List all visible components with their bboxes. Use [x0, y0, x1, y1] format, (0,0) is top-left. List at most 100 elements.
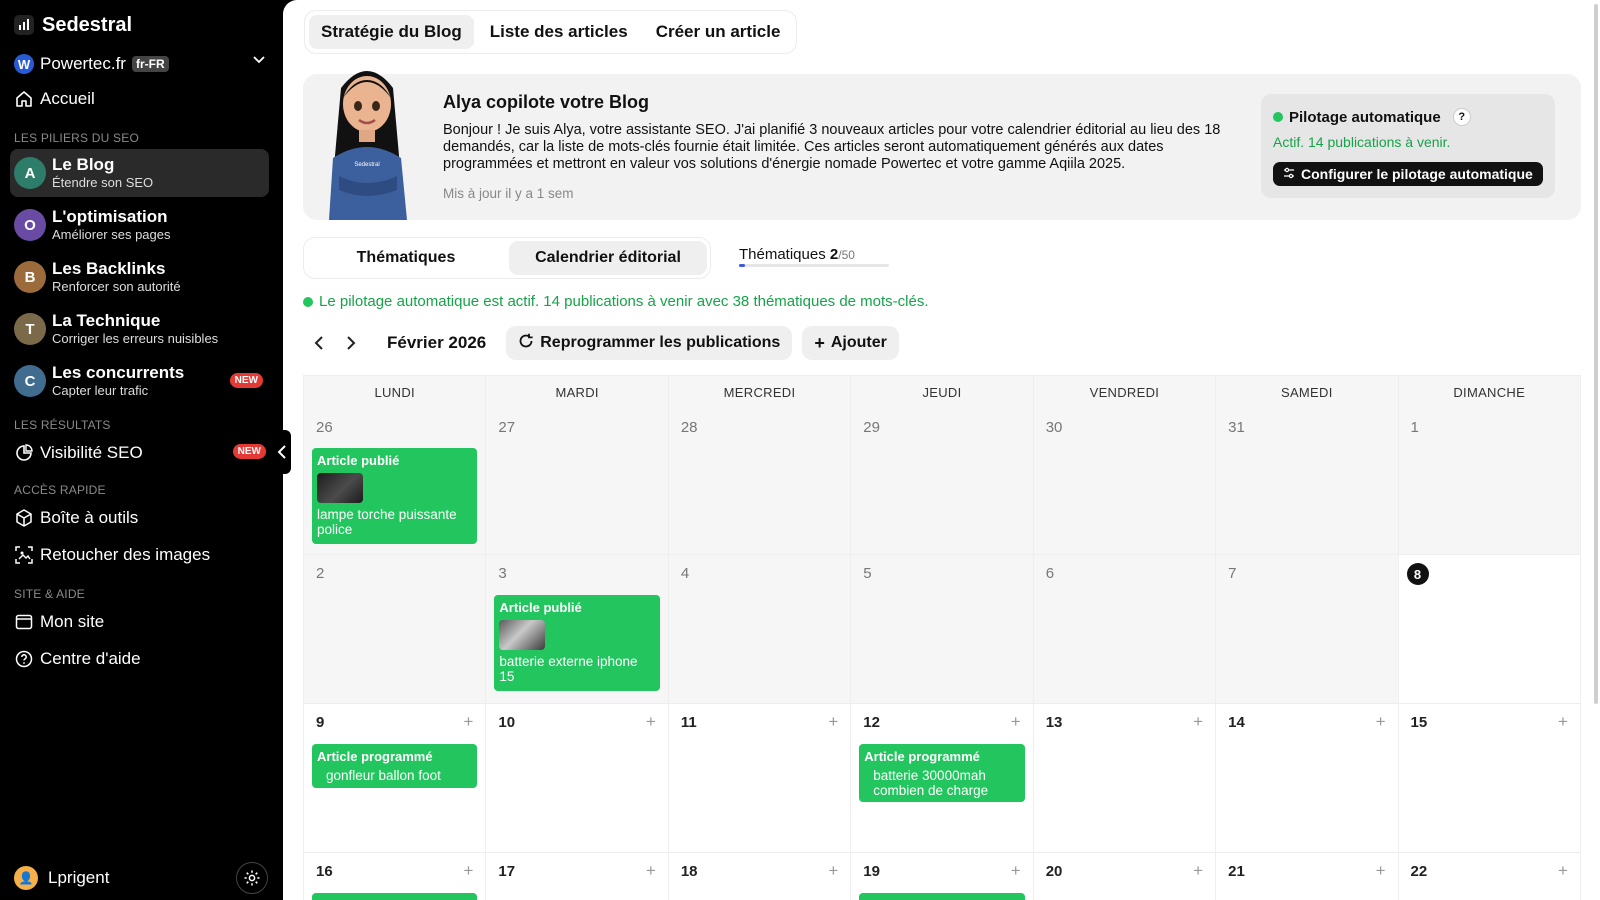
add-day-plus-icon[interactable]: + [1193, 861, 1203, 881]
tab-strategie[interactable]: Stratégie du Blog [309, 15, 474, 49]
calendar-header: LUNDI MARDI MERCREDI JEUDI VENDREDI SAME… [304, 376, 1581, 409]
calendar-day[interactable]: 22 + [1398, 853, 1581, 900]
event-status: Article programmé [317, 749, 433, 764]
sidebar-item-blog[interactable]: A Le Blog Étendre son SEO [10, 149, 269, 197]
help-question-icon[interactable]: ? [1452, 108, 1471, 126]
add-day-plus-icon[interactable]: + [646, 861, 656, 881]
event-title: gonfleur ballon foot [326, 768, 441, 783]
nav-home[interactable]: Accueil [14, 89, 95, 109]
nav-help[interactable]: Centre d'aide [14, 649, 141, 669]
tab-calendrier[interactable]: Calendrier éditorial [509, 241, 707, 275]
calendar-day[interactable]: 4 [668, 555, 852, 703]
nav-visibility[interactable]: Visibilité SEO NEW [14, 443, 266, 463]
article-thumbnail [317, 473, 363, 503]
weekday-label: VENDREDI [1034, 376, 1217, 409]
event-card[interactable]: Article programmé gonfleur ballon foot [312, 744, 478, 788]
brand-name: Sedestral [42, 13, 133, 36]
user-menu[interactable]: 👤 Lprigent [14, 866, 109, 890]
event-card[interactable]: Article programmé batterie 30000mah comb… [859, 744, 1025, 802]
new-badge: NEW [232, 444, 266, 459]
add-label: Ajouter [830, 334, 887, 351]
sidebar-item-subtitle: Capter leur trafic [52, 383, 149, 398]
add-day-plus-icon[interactable]: + [1558, 712, 1568, 732]
tab-creer-article[interactable]: Créer un article [644, 15, 793, 49]
brand[interactable]: Sedestral [14, 12, 132, 38]
nav-toolbox-label: Boîte à outils [40, 508, 139, 527]
calendar-day[interactable]: 3 Article publié batterie externe iphone… [486, 555, 669, 703]
calendar-day[interactable]: 31 [1216, 409, 1399, 554]
tab-liste-articles[interactable]: Liste des articles [478, 15, 640, 49]
add-day-plus-icon[interactable]: + [828, 861, 838, 881]
calendar-day[interactable]: 29 [851, 409, 1034, 554]
add-day-plus-icon[interactable]: + [1376, 712, 1386, 732]
add-day-plus-icon[interactable]: + [1558, 861, 1568, 881]
copilot-hero: Sedestral Alya copilote votre Blog Bonjo… [303, 71, 1581, 220]
calendar-day[interactable]: 26 Article publié lampe torche puissante… [304, 409, 487, 554]
event-card[interactable]: Article publié batterie externe iphone 1… [494, 595, 660, 691]
user-name: Lprigent [48, 868, 110, 887]
nav-mysite[interactable]: Mon site [14, 612, 104, 632]
sidebar-item-optimisation[interactable]: O L'optimisation Améliorer ses pages [10, 201, 269, 249]
add-day-plus-icon[interactable]: + [1011, 712, 1021, 732]
calendar-day[interactable]: 6 [1033, 555, 1217, 703]
add-day-plus-icon[interactable]: + [828, 712, 838, 732]
sidebar-item-backlinks[interactable]: B Les Backlinks Renforcer son autorité [10, 253, 269, 301]
gear-icon[interactable] [236, 862, 268, 894]
collapse-sidebar-button[interactable] [273, 430, 291, 474]
chevron-down-icon[interactable] [252, 52, 266, 69]
add-day-plus-icon[interactable]: + [1011, 861, 1021, 881]
calendar-day[interactable]: 12 + Article programmé batterie 30000mah… [851, 704, 1034, 852]
calendar-day[interactable]: 7 [1216, 555, 1399, 703]
tab-thematiques[interactable]: Thématiques [307, 241, 505, 275]
nav-retouch[interactable]: Retoucher des images [14, 545, 210, 565]
top-tabs: Stratégie du Blog Liste des articles Cré… [304, 10, 798, 54]
calendar-day[interactable]: 17 + [486, 853, 669, 900]
calendar-day[interactable]: 19 + [851, 853, 1034, 900]
calendar-day[interactable]: 30 [1033, 409, 1217, 554]
themes-counter[interactable]: Thématiques 2/50 [739, 246, 855, 263]
chevron-left-icon[interactable] [303, 327, 335, 359]
add-day-plus-icon[interactable]: + [646, 712, 656, 732]
calendar-day-today[interactable]: 8 [1398, 555, 1581, 703]
optimisation-avatar: O [14, 209, 46, 241]
day-number: 22 [1410, 863, 1428, 880]
calendar-day[interactable]: 21 + [1216, 853, 1399, 900]
calendar-day[interactable]: 1 [1398, 409, 1581, 554]
calendar-day[interactable]: 27 [486, 409, 669, 554]
add-day-plus-icon[interactable]: + [463, 861, 473, 881]
calendar-day[interactable]: 14 + [1216, 704, 1399, 852]
scrollbar-thumb[interactable] [1594, 4, 1598, 704]
event-card[interactable] [312, 893, 478, 900]
add-day-plus-icon[interactable]: + [1376, 861, 1386, 881]
chevron-right-icon[interactable] [335, 327, 367, 359]
calendar-day[interactable]: 5 [851, 555, 1034, 703]
calendar-day[interactable]: 15 + [1398, 704, 1581, 852]
scrollbar[interactable] [1592, 0, 1600, 900]
hero-message: Bonjour ! Je suis Alya, votre assistante… [443, 122, 1221, 172]
nav-help-label: Centre d'aide [40, 649, 141, 668]
add-button[interactable]: + Ajouter [802, 326, 899, 360]
themes-total: /50 [838, 248, 855, 262]
event-status: Article programmé [864, 749, 980, 764]
sidebar-item-concurrents[interactable]: C Les concurrents Capter leur trafic NEW [10, 357, 269, 405]
calendar-day[interactable]: 28 [668, 409, 852, 554]
event-card[interactable]: Article publié lampe torche puissante po… [312, 448, 478, 544]
nav-toolbox[interactable]: Boîte à outils [14, 508, 138, 528]
site-selector[interactable]: W Powertec.fr fr-FR [14, 52, 266, 76]
configure-autopilot-button[interactable]: Configurer le pilotage automatique [1273, 162, 1543, 186]
add-day-plus-icon[interactable]: + [463, 712, 473, 732]
sidebar-item-technique[interactable]: T La Technique Corriger les erreurs nuis… [10, 305, 269, 353]
calendar-day[interactable]: 11 + [668, 704, 852, 852]
calendar-day[interactable]: 20 + [1033, 853, 1217, 900]
calendar-day[interactable]: 13 + [1033, 704, 1217, 852]
calendar-day[interactable]: 2 [304, 555, 487, 703]
day-number: 17 [498, 863, 516, 880]
calendar-day[interactable]: 16 + [304, 853, 487, 900]
add-day-plus-icon[interactable]: + [1193, 712, 1203, 732]
sidebar-item-subtitle: Améliorer ses pages [52, 227, 171, 242]
event-card[interactable] [859, 893, 1025, 900]
calendar-day[interactable]: 9 + Article programmé gonfleur ballon fo… [304, 704, 487, 852]
reschedule-button[interactable]: Reprogrammer les publications [506, 326, 793, 360]
calendar-day[interactable]: 10 + [486, 704, 669, 852]
calendar-day[interactable]: 18 + [668, 853, 852, 900]
